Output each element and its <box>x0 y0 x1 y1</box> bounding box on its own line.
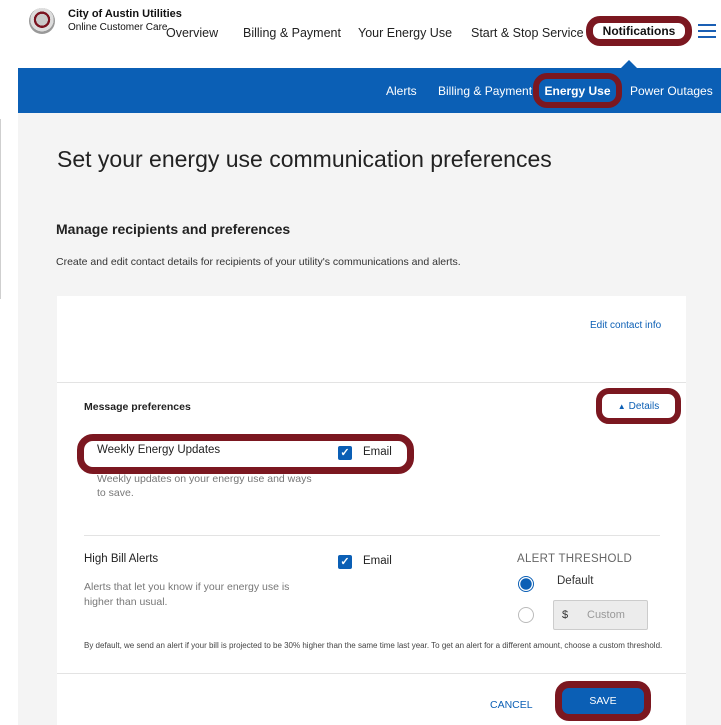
subnav-energy-use-label: Energy Use <box>544 83 611 98</box>
preferences-card <box>57 296 686 725</box>
subnav-billing-payment[interactable]: Billing & Payment <box>438 84 532 98</box>
threshold-default-radio[interactable] <box>518 576 534 592</box>
brand-subtitle: Online Customer Care <box>68 22 168 33</box>
threshold-default-label: Default <box>557 575 594 587</box>
message-preferences-heading: Message preferences <box>84 401 191 413</box>
active-tab-caret <box>621 60 637 68</box>
card-divider <box>57 382 686 383</box>
nav-overview[interactable]: Overview <box>166 26 218 40</box>
weekly-updates-description: Weekly updates on your energy use and wa… <box>97 473 312 499</box>
edit-contact-info-link[interactable]: Edit contact info <box>590 320 661 331</box>
caret-up-icon: ▲ <box>617 401 626 411</box>
city-seal-icon[interactable] <box>29 8 55 34</box>
save-button[interactable]: SAVE <box>555 681 651 721</box>
threshold-footnote: By default, we send an alert if your bil… <box>84 641 663 650</box>
weekly-email-label: Email <box>363 446 392 458</box>
subnav-power-outages[interactable]: Power Outages <box>630 84 713 98</box>
nav-notifications[interactable]: Notifications <box>586 16 692 46</box>
subnav-energy-use[interactable]: Energy Use <box>533 73 622 108</box>
page-title: Set your energy use communication prefer… <box>57 146 552 172</box>
card-bottom-divider <box>57 673 686 674</box>
details-label: Details <box>628 400 660 412</box>
brand-title: City of Austin Utilities <box>68 8 182 20</box>
nav-billing-payment[interactable]: Billing & Payment <box>243 26 341 40</box>
page-edge-rule <box>0 119 1 299</box>
details-toggle-button[interactable]: ▲ Details <box>596 388 681 424</box>
cancel-button[interactable]: CANCEL <box>490 699 533 711</box>
high-bill-email-checkbox[interactable]: ✓ <box>338 555 352 569</box>
nav-start-stop-service[interactable]: Start & Stop Service <box>471 26 584 40</box>
weekly-email-checkbox[interactable]: ✓ <box>338 446 352 460</box>
nav-notifications-label: Notifications <box>602 24 676 38</box>
nav-your-energy-use[interactable]: Your Energy Use <box>358 26 452 40</box>
section-title: Manage recipients and preferences <box>56 221 291 237</box>
hamburger-menu-icon[interactable] <box>698 24 716 38</box>
high-bill-email-label: Email <box>363 555 392 567</box>
custom-threshold-placeholder: Custom <box>587 609 625 621</box>
checkbox-checked-icon: ✓ <box>340 556 350 568</box>
high-bill-alerts-title: High Bill Alerts <box>84 553 159 565</box>
checkbox-checked-icon: ✓ <box>340 447 350 459</box>
row-divider <box>84 535 660 536</box>
threshold-custom-radio[interactable] <box>518 607 534 623</box>
weekly-updates-title: Weekly Energy Updates <box>97 444 221 456</box>
alert-threshold-heading: ALERT THRESHOLD <box>517 553 633 565</box>
save-button-label: SAVE <box>589 695 617 707</box>
subnav-alerts[interactable]: Alerts <box>386 84 417 98</box>
section-description: Create and edit contact details for reci… <box>56 256 461 268</box>
currency-symbol: $ <box>562 609 569 621</box>
high-bill-alerts-description: Alerts that let you know if your energy … <box>84 581 290 608</box>
